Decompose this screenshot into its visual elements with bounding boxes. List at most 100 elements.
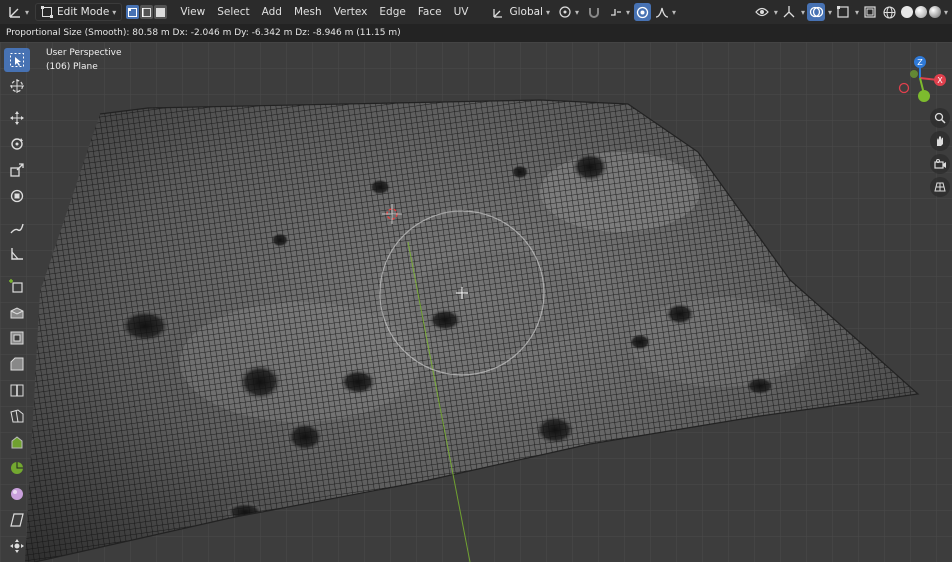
move-icon — [10, 111, 24, 125]
mesh-edit-overlay-icon[interactable] — [834, 3, 852, 21]
transform-icon — [10, 189, 24, 203]
menu-view[interactable]: View — [174, 3, 211, 21]
loop-cut-icon — [10, 384, 24, 397]
editor-type-button[interactable]: ▾ — [4, 3, 33, 21]
snap-target-icon — [611, 9, 621, 16]
navigation-buttons — [930, 108, 950, 200]
falloff-dropdown[interactable]: ▾ — [651, 3, 680, 21]
menu-uv[interactable]: UV — [448, 3, 475, 21]
falloff-icon — [655, 7, 669, 18]
vertex-select-icon[interactable] — [126, 5, 140, 19]
scale-icon — [10, 163, 24, 177]
neg-y-axis-handle[interactable] — [910, 70, 918, 78]
poly-build-icon — [11, 436, 23, 449]
edit-mode-icon — [41, 6, 54, 18]
operator-status-bar: Proportional Size (Smooth): 80.58 m Dx: … — [0, 24, 952, 42]
bevel-tool[interactable] — [4, 352, 30, 376]
view-info: User Perspective (106) Plane — [46, 46, 122, 74]
loop-cut-tool[interactable] — [4, 378, 30, 402]
chevron-down-icon[interactable]: ▾ — [774, 8, 778, 17]
gizmo-icon[interactable] — [780, 3, 798, 21]
face-select-icon[interactable] — [154, 5, 168, 19]
transform-tool[interactable] — [4, 184, 30, 208]
snap-target-dropdown[interactable]: ▾ — [605, 3, 634, 21]
z-axis-label: Z — [917, 58, 923, 67]
chevron-down-icon[interactable]: ▾ — [828, 8, 832, 17]
scene-canvas[interactable] — [0, 42, 952, 562]
spin-tool[interactable] — [4, 456, 30, 480]
navigation-gizmo[interactable]: Z X — [888, 50, 952, 114]
chevron-down-icon[interactable]: ▾ — [855, 8, 859, 17]
annotate-tool[interactable] — [4, 216, 30, 240]
pivot-icon — [559, 6, 571, 18]
wireframe-shading-icon[interactable] — [881, 3, 899, 21]
select-box-icon — [10, 53, 24, 67]
snap-toggle[interactable] — [583, 3, 605, 21]
viewport-header: ▾ Edit Mode ▾ View Select Add Mesh Verte… — [0, 0, 952, 24]
menu-edge[interactable]: Edge — [373, 3, 411, 21]
annotate-icon — [10, 223, 24, 234]
zoom-icon[interactable] — [930, 108, 950, 128]
knife-tool[interactable] — [4, 404, 30, 428]
active-object-name: (106) Plane — [46, 62, 98, 72]
select-mode-group — [126, 5, 168, 19]
mode-label: Edit Mode — [57, 6, 110, 18]
chevron-down-icon: ▾ — [672, 7, 677, 17]
edge-select-icon[interactable] — [140, 5, 154, 19]
select-box-tool[interactable] — [4, 48, 30, 72]
xray-icon[interactable] — [861, 3, 879, 21]
y-axis-handle[interactable] — [918, 90, 930, 102]
overlay-icon[interactable] — [806, 3, 825, 21]
mode-dropdown[interactable]: Edit Mode ▾ — [35, 3, 123, 21]
orientation-icon — [493, 8, 503, 18]
rotate-tool[interactable] — [4, 132, 30, 156]
menu-select[interactable]: Select — [211, 3, 255, 21]
orientation-dropdown[interactable]: Global ▾ — [488, 3, 554, 21]
menu-face[interactable]: Face — [412, 3, 448, 21]
chevron-down-icon[interactable]: ▾ — [801, 8, 805, 17]
x-axis-label: X — [937, 76, 943, 85]
neg-x-axis-handle[interactable] — [898, 82, 910, 94]
pivot-dropdown[interactable]: ▾ — [554, 3, 583, 21]
chevron-down-icon: ▾ — [574, 7, 579, 17]
menu-mesh[interactable]: Mesh — [288, 3, 328, 21]
chevron-down-icon: ▾ — [112, 7, 117, 17]
perspective-toggle-icon[interactable] — [930, 177, 950, 197]
add-cube-icon — [9, 279, 23, 293]
inset-icon — [10, 331, 24, 345]
cursor-tool[interactable] — [4, 74, 30, 98]
poly-build-tool[interactable] — [4, 430, 30, 454]
proportional-toggle[interactable] — [634, 3, 652, 21]
pan-icon[interactable] — [930, 131, 950, 151]
3d-viewport[interactable]: User Perspective (106) Plane Z X — [0, 42, 952, 562]
measure-tool[interactable] — [4, 242, 30, 266]
add-cube-tool[interactable] — [4, 274, 30, 298]
tool-shelf — [4, 48, 32, 560]
scale-tool[interactable] — [4, 158, 30, 182]
camera-icon[interactable] — [930, 154, 950, 174]
solid-shading-icon[interactable] — [900, 6, 913, 18]
view-name: User Perspective — [46, 48, 122, 58]
shrink-fatten-icon — [10, 539, 24, 553]
spin-icon — [11, 462, 23, 474]
move-tool[interactable] — [4, 106, 30, 130]
chevron-down-icon[interactable]: ▾ — [944, 8, 948, 17]
viewport-right-controls: ▾ ▾ ▾ ▾ ▾ — [751, 3, 948, 21]
inset-tool[interactable] — [4, 326, 30, 350]
menu-add[interactable]: Add — [256, 3, 288, 21]
extrude-tool[interactable] — [4, 300, 30, 324]
visibility-icon[interactable] — [753, 3, 771, 21]
chevron-down-icon: ▾ — [25, 7, 30, 17]
smooth-icon — [11, 488, 23, 500]
shrink-fatten-tool[interactable] — [4, 534, 30, 558]
material-shading-icon[interactable] — [914, 6, 927, 18]
menu-vertex[interactable]: Vertex — [328, 3, 374, 21]
cursor-icon — [10, 79, 24, 93]
smooth-tool[interactable] — [4, 482, 30, 506]
measure-icon — [11, 248, 23, 260]
chevron-down-icon: ▾ — [626, 7, 631, 17]
rendered-shading-icon[interactable] — [928, 6, 941, 18]
knife-icon — [10, 409, 24, 423]
rotate-icon — [11, 138, 23, 150]
shear-tool[interactable] — [4, 508, 30, 532]
